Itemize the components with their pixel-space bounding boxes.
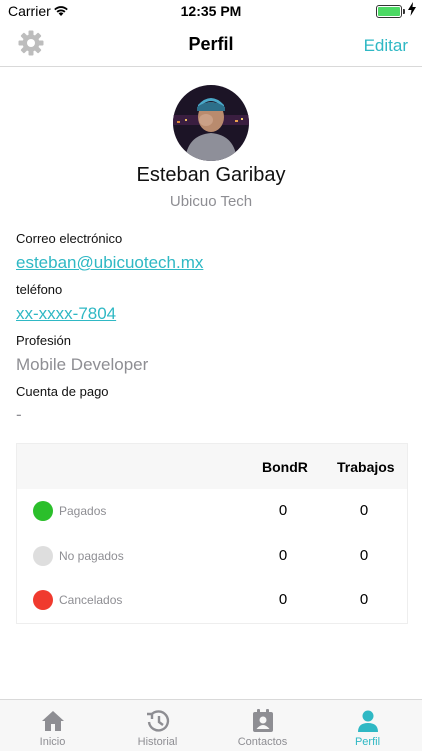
table-row: Cancelados 0 0 (17, 578, 407, 622)
tab-perfil[interactable]: Perfil (315, 700, 420, 751)
person-icon (355, 708, 381, 734)
page-title: Perfil (188, 34, 234, 54)
tab-inicio[interactable]: Inicio (0, 700, 105, 751)
column-header-trabajos: Trabajos (337, 459, 395, 475)
battery-icon (376, 5, 405, 18)
email-label: Correo electrónico (16, 231, 123, 246)
edit-button[interactable]: Editar (364, 36, 408, 56)
row-label: Pagados (59, 504, 107, 518)
table-row: No pagados 0 0 (17, 534, 407, 578)
tab-historial[interactable]: Historial (105, 700, 210, 751)
avatar (173, 85, 249, 161)
column-header-bondr: BondR (262, 459, 308, 475)
status-bar: Carrier 12:35 PM (0, 0, 422, 22)
payment-account-value: - (16, 405, 22, 424)
status-dot-green (33, 501, 53, 521)
contacts-icon (250, 708, 276, 734)
table-header: BondR Trabajos (17, 444, 407, 489)
tab-bar: Inicio Historial Contactos Perfil (0, 699, 422, 751)
navigation-bar: Perfil Editar (0, 22, 422, 67)
row-label: Cancelados (59, 593, 123, 607)
summary-table: BondR Trabajos Pagados 0 0 No pagados 0 … (16, 443, 408, 624)
tab-label: Contactos (237, 736, 288, 748)
bondr-value: 0 (278, 547, 288, 564)
phone-link[interactable]: xx-xxxx-7804 (16, 304, 116, 324)
trabajos-value: 0 (359, 502, 369, 519)
history-icon (145, 708, 171, 734)
table-row: Pagados 0 0 (17, 489, 407, 533)
tab-label: Perfil (354, 736, 381, 748)
profession-label: Profesión (16, 333, 71, 348)
payment-account-label: Cuenta de pago (16, 384, 109, 399)
trabajos-value: 0 (359, 591, 369, 608)
profile-company: Ubicuo Tech (169, 193, 253, 210)
profession-value: Mobile Developer (16, 355, 149, 374)
trabajos-value: 0 (359, 547, 369, 564)
status-dot-gray (33, 546, 53, 566)
tab-label: Inicio (39, 736, 66, 748)
tab-label: Historial (137, 736, 178, 748)
clock: 12:35 PM (180, 3, 242, 19)
charging-icon (408, 2, 416, 19)
home-icon (40, 708, 66, 734)
row-label: No pagados (59, 549, 124, 563)
phone-label: teléfono (16, 282, 63, 297)
email-link[interactable]: esteban@ubicuotech.mx (16, 253, 203, 273)
tab-contactos[interactable]: Contactos (210, 700, 315, 751)
bondr-value: 0 (278, 502, 288, 519)
profile-name: Esteban Garibay (136, 164, 286, 186)
bondr-value: 0 (278, 591, 288, 608)
status-dot-red (33, 590, 53, 610)
